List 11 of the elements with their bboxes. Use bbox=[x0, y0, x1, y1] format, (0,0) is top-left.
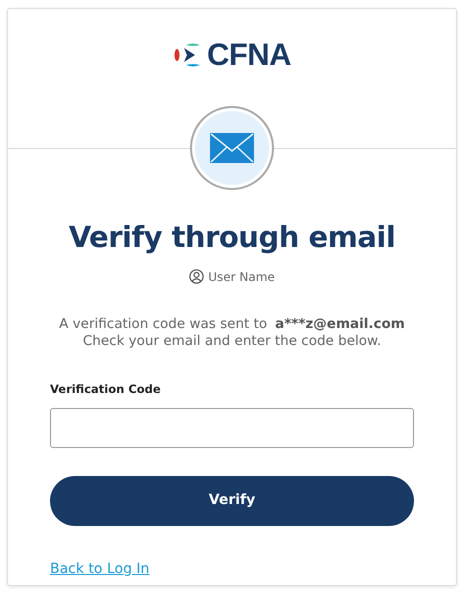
user-icon bbox=[189, 269, 204, 284]
message-text: A verification code was sent to bbox=[59, 316, 268, 332]
page-title: Verify through email bbox=[68, 219, 396, 256]
user-name: User Name bbox=[208, 268, 275, 286]
email-address: a***z@email.com bbox=[275, 316, 405, 332]
envelope-icon bbox=[210, 133, 254, 163]
verify-button[interactable]: Verify bbox=[50, 476, 414, 526]
logo-text: CFNA bbox=[206, 39, 292, 70]
verification-code-field[interactable] bbox=[50, 408, 414, 448]
message-text: Check your email and enter the code below. bbox=[82, 332, 382, 348]
field-label: Verification Code bbox=[50, 380, 161, 398]
